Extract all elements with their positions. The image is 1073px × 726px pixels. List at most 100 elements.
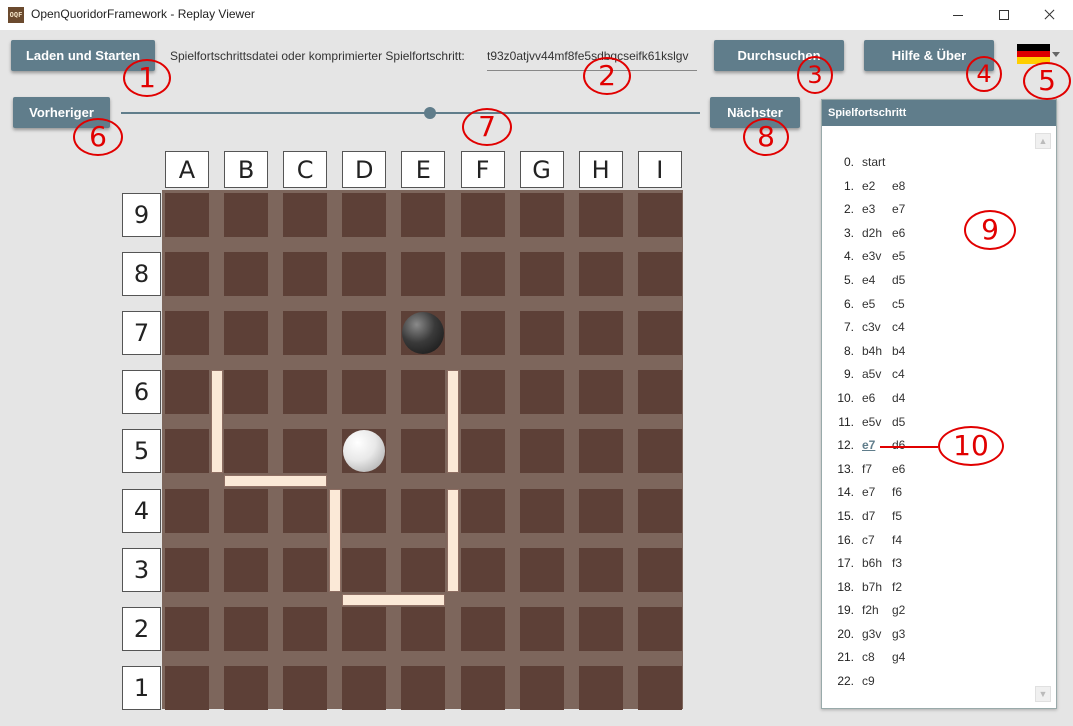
board-cell[interactable] bbox=[637, 193, 682, 237]
board-cell[interactable] bbox=[165, 488, 209, 533]
move-player2[interactable]: d4 bbox=[892, 387, 905, 411]
board-cell[interactable] bbox=[165, 252, 209, 297]
board-cell[interactable] bbox=[519, 252, 564, 297]
board-cell[interactable] bbox=[342, 252, 387, 297]
move-player2[interactable]: f6 bbox=[892, 481, 902, 505]
board-cell[interactable] bbox=[637, 429, 682, 474]
move-player2[interactable]: e7 bbox=[892, 198, 905, 222]
board-cell[interactable] bbox=[460, 606, 505, 651]
chevron-down-icon[interactable] bbox=[1052, 52, 1060, 57]
board-cell[interactable] bbox=[460, 370, 505, 415]
move-player1[interactable]: e7 bbox=[862, 481, 875, 505]
move-player2[interactable]: e6 bbox=[892, 222, 905, 246]
board-cell[interactable] bbox=[460, 311, 505, 356]
board-cell[interactable] bbox=[519, 665, 564, 710]
board-cell[interactable] bbox=[401, 370, 446, 415]
board-cell[interactable] bbox=[637, 370, 682, 415]
board-cell[interactable] bbox=[637, 665, 682, 710]
board-cell[interactable] bbox=[165, 311, 209, 356]
move-player1[interactable]: start bbox=[862, 151, 885, 175]
move-player1[interactable]: f2h bbox=[862, 599, 879, 623]
board-cell[interactable] bbox=[342, 547, 387, 592]
board-cell[interactable] bbox=[637, 547, 682, 592]
board-cell[interactable] bbox=[401, 488, 446, 533]
scroll-up-icon[interactable]: ▲ bbox=[1035, 133, 1051, 149]
board-cell[interactable] bbox=[637, 488, 682, 533]
move-player2[interactable]: g2 bbox=[892, 599, 905, 623]
move-player1[interactable]: c3v bbox=[862, 316, 881, 340]
move-player1[interactable]: e6 bbox=[862, 387, 875, 411]
move-player2[interactable]: c5 bbox=[892, 293, 905, 317]
move-player2[interactable]: c4 bbox=[892, 316, 905, 340]
move-player2[interactable]: g3 bbox=[892, 623, 905, 647]
move-player1[interactable]: b7h bbox=[862, 576, 882, 600]
move-player2[interactable]: f3 bbox=[892, 552, 902, 576]
move-player2[interactable]: d5 bbox=[892, 411, 905, 435]
board-cell[interactable] bbox=[283, 193, 328, 237]
board-cell[interactable] bbox=[401, 252, 446, 297]
board-cell[interactable] bbox=[283, 547, 328, 592]
close-icon[interactable] bbox=[1027, 0, 1073, 30]
board-cell[interactable] bbox=[342, 665, 387, 710]
board-cell[interactable] bbox=[460, 429, 505, 474]
board-cell[interactable] bbox=[460, 547, 505, 592]
move-player2[interactable]: e6 bbox=[892, 458, 905, 482]
board-cell[interactable] bbox=[401, 547, 446, 592]
board-cell[interactable] bbox=[578, 488, 623, 533]
move-player2[interactable]: f4 bbox=[892, 529, 902, 553]
board-cell[interactable] bbox=[578, 252, 623, 297]
move-player1[interactable]: c7 bbox=[862, 529, 875, 553]
board-cell[interactable] bbox=[637, 606, 682, 651]
board-cell[interactable] bbox=[342, 488, 387, 533]
board-cell[interactable] bbox=[401, 606, 446, 651]
board-cell[interactable] bbox=[165, 665, 209, 710]
board-cell[interactable] bbox=[283, 311, 328, 356]
board-cell[interactable] bbox=[637, 311, 682, 356]
board-cell[interactable] bbox=[342, 311, 387, 356]
board-cell[interactable] bbox=[224, 311, 269, 356]
board-cell[interactable] bbox=[283, 429, 328, 474]
board-cell[interactable] bbox=[224, 252, 269, 297]
board-cell[interactable] bbox=[165, 429, 209, 474]
move-player2[interactable]: f5 bbox=[892, 505, 902, 529]
move-player1[interactable]: b4h bbox=[862, 340, 882, 364]
board-cell[interactable] bbox=[637, 252, 682, 297]
board-cell[interactable] bbox=[519, 547, 564, 592]
board-cell[interactable] bbox=[165, 193, 209, 237]
move-player1[interactable]: e3 bbox=[862, 198, 875, 222]
board-cell[interactable] bbox=[519, 193, 564, 237]
board-cell[interactable] bbox=[401, 429, 446, 474]
board-cell[interactable] bbox=[283, 252, 328, 297]
move-player1[interactable]: d7 bbox=[862, 505, 875, 529]
board-cell[interactable] bbox=[224, 429, 269, 474]
board-cell[interactable] bbox=[224, 193, 269, 237]
board-cell[interactable] bbox=[460, 665, 505, 710]
board-cell[interactable] bbox=[519, 488, 564, 533]
board-cell[interactable] bbox=[283, 606, 328, 651]
board-cell[interactable] bbox=[165, 547, 209, 592]
slider-thumb[interactable] bbox=[424, 107, 436, 119]
minimize-icon[interactable] bbox=[935, 0, 981, 30]
board-cell[interactable] bbox=[283, 488, 328, 533]
move-player2[interactable]: e5 bbox=[892, 245, 905, 269]
board-cell[interactable] bbox=[519, 606, 564, 651]
board-cell[interactable] bbox=[578, 193, 623, 237]
move-player1[interactable]: a5v bbox=[862, 363, 881, 387]
board-cell[interactable] bbox=[578, 370, 623, 415]
move-player1[interactable]: e4 bbox=[862, 269, 875, 293]
board-cell[interactable] bbox=[578, 606, 623, 651]
move-player1[interactable]: b6h bbox=[862, 552, 882, 576]
board-cell[interactable] bbox=[460, 193, 505, 237]
board-cell[interactable] bbox=[224, 547, 269, 592]
move-player2[interactable]: f2 bbox=[892, 576, 902, 600]
move-player2[interactable]: c4 bbox=[892, 363, 905, 387]
board-cell[interactable] bbox=[283, 665, 328, 710]
board-cell[interactable] bbox=[578, 547, 623, 592]
board-cell[interactable] bbox=[401, 665, 446, 710]
board-cell[interactable] bbox=[342, 606, 387, 651]
move-player1[interactable]: e5 bbox=[862, 293, 875, 317]
board-cell[interactable] bbox=[165, 606, 209, 651]
board-cell[interactable] bbox=[578, 311, 623, 356]
move-player1[interactable]: e3v bbox=[862, 245, 881, 269]
move-player2[interactable]: g4 bbox=[892, 646, 905, 670]
